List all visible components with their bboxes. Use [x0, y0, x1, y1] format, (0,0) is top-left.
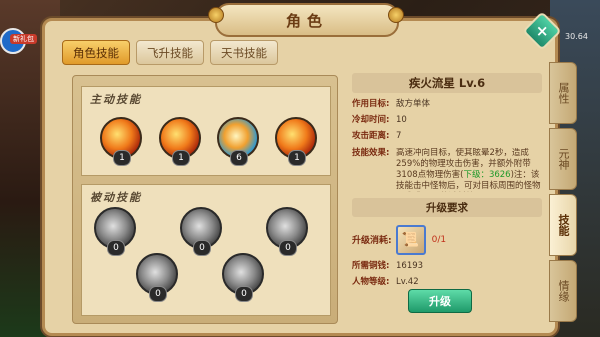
scroll-item-icon[interactable]: 📜	[395, 224, 426, 255]
passive-skill-4[interactable]: 0	[136, 253, 178, 302]
hud-right-value: 30.64	[565, 32, 588, 41]
skill-level-badge: 0	[107, 240, 125, 256]
target-label: 作用目标:	[352, 99, 390, 109]
effect-row: 技能效果: 高速冲向目标，使其眩晕2秒，造成259%的物理攻击伤害，并额外附带3…	[352, 148, 542, 192]
player-level-value: Lv.42	[396, 276, 419, 287]
side-tab-skills[interactable]: 技能	[549, 194, 577, 256]
skill-level-badge: 6	[230, 150, 248, 166]
tab-heavenly-book-skills[interactable]: 天书技能	[210, 40, 278, 65]
effect-label: 技能效果:	[352, 147, 390, 158]
title-ornament-left	[208, 7, 224, 23]
upgrade-requirements-header: 升级要求	[352, 197, 542, 217]
range-row: 攻击距离: 7	[352, 131, 542, 141]
effect-description[interactable]: 高速冲向目标，使其眩晕2秒，造成259%的物理攻击伤害，并额外附带3108点物理…	[396, 148, 542, 192]
window-title: 角色	[285, 11, 328, 30]
tab-ascension-skills[interactable]: 飞升技能	[136, 40, 204, 65]
cooldown-row: 冷却时间: 10	[352, 115, 542, 125]
active-skill-2[interactable]: 1	[159, 117, 201, 166]
upgrade-cost-row: 升级消耗: 📜 0/1	[352, 224, 542, 255]
effect-next-level: 下级：3626	[463, 169, 511, 180]
active-skill-3-selected[interactable]: 6	[217, 117, 259, 166]
side-tabs: 属性 元神 技能 情缘	[549, 62, 577, 322]
player-level-label: 人物等级:	[352, 276, 390, 287]
hud-badge: 新礼包	[10, 34, 37, 44]
money-label: 所需铜钱:	[352, 260, 390, 271]
active-skill-1[interactable]: 1	[100, 117, 142, 166]
skill-level-badge: 1	[288, 150, 306, 166]
skill-detail-panel: 疾火流星 Lv.6 作用目标: 敌方单体 冷却时间: 10 攻击距离: 7 技能…	[352, 73, 542, 287]
money-row: 所需铜钱: 16193	[352, 261, 542, 271]
skill-level-badge: 0	[235, 286, 253, 302]
title-ornament-right	[388, 7, 404, 23]
cooldown-label: 冷却时间:	[352, 115, 390, 126]
skill-tabs: 角色技能 飞升技能 天书技能	[62, 40, 278, 65]
active-skill-4[interactable]: 1	[275, 117, 317, 166]
skill-title: 疾火流星 Lv.6	[352, 73, 542, 93]
skill-level-badge: 0	[279, 240, 297, 256]
side-tab-romance[interactable]: 情缘	[549, 260, 577, 322]
cost-count: 0/1	[431, 234, 447, 245]
upgrade-button[interactable]: 升级	[408, 289, 472, 313]
skill-level-badge: 0	[149, 286, 167, 302]
cooldown-value: 10	[396, 115, 407, 126]
cost-label: 升级消耗:	[352, 236, 392, 247]
skill-board: 主动技能 1 1 6 1 被动技能 0 0 0 0 0	[72, 75, 338, 324]
range-label: 攻击距离:	[352, 131, 390, 142]
skill-level-badge: 0	[193, 240, 211, 256]
passive-skills-section: 被动技能 0 0 0 0 0	[81, 184, 331, 316]
target-row: 作用目标: 敌方单体	[352, 99, 542, 109]
money-value: 16193	[396, 260, 424, 271]
target-value: 敌方单体	[396, 99, 431, 109]
side-tab-spirit[interactable]: 元神	[549, 128, 577, 190]
window-title-bar: 角色	[215, 3, 399, 37]
active-skills-section: 主动技能 1 1 6 1	[81, 86, 331, 176]
range-value: 7	[396, 131, 402, 142]
player-level-row: 人物等级: Lv.42	[352, 277, 542, 287]
passive-skill-2[interactable]: 0	[180, 207, 222, 256]
tab-character-skills[interactable]: 角色技能	[62, 40, 130, 65]
close-icon: ×	[535, 21, 549, 40]
skill-level-badge: 1	[172, 150, 190, 166]
passive-skill-1[interactable]: 0	[94, 207, 136, 256]
active-skills-label: 主动技能	[90, 93, 142, 106]
passive-skill-5[interactable]: 0	[222, 253, 264, 302]
skill-level-badge: 1	[113, 150, 131, 166]
side-tab-attributes[interactable]: 属性	[549, 62, 577, 124]
passive-skill-3[interactable]: 0	[266, 207, 308, 256]
passive-skills-label: 被动技能	[90, 191, 142, 204]
